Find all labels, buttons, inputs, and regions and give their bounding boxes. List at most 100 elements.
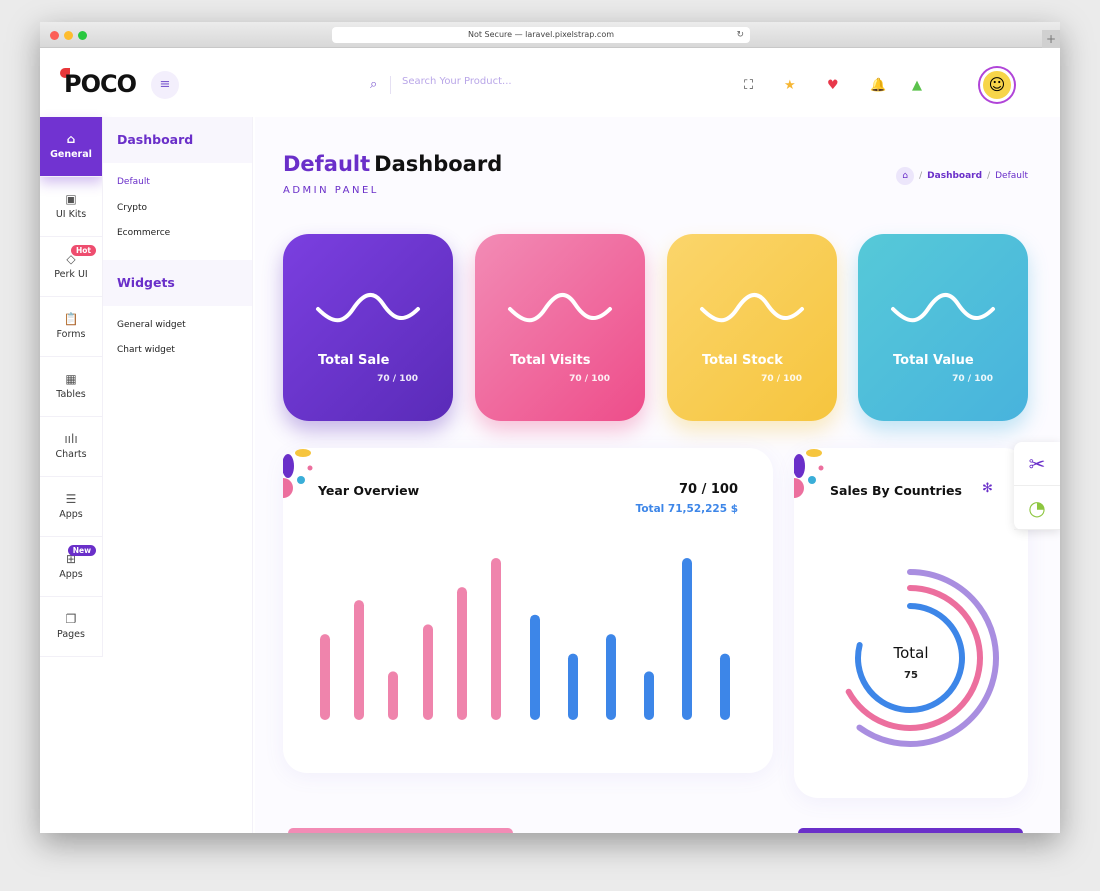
- sidebar-item-label: General: [50, 149, 92, 160]
- submenu-item-general-widget[interactable]: General widget: [117, 316, 238, 342]
- sidebar-item-pages[interactable]: ❐ Pages: [40, 597, 103, 657]
- sidebar-item-charts[interactable]: ıılı Charts: [40, 417, 103, 477]
- main-content: Default Dashboard ADMIN PANEL ⌂ / Dashboar…: [255, 117, 1060, 833]
- stat-title: Total Visits: [510, 353, 591, 368]
- maximize-window-button[interactable]: [78, 31, 87, 40]
- database-icon: ☰: [65, 492, 77, 506]
- address-bar[interactable]: Not Secure — laravel.pixelstrap.com ↻: [332, 27, 750, 43]
- sidebar-item-forms[interactable]: 📋 Forms: [40, 297, 103, 357]
- sidebar-item-label: Apps: [59, 509, 83, 520]
- pages-icon: ❐: [65, 612, 77, 626]
- new-tab-button[interactable]: +: [1042, 30, 1060, 48]
- submenu-item-ecommerce[interactable]: Ecommerce: [117, 224, 238, 250]
- sidebar-item-label: Pages: [57, 629, 85, 640]
- divider: [390, 76, 391, 94]
- stat-title: Total Sale: [318, 353, 390, 368]
- bell-icon[interactable]: 🔔: [870, 78, 886, 93]
- bar[interactable]: [530, 614, 540, 720]
- bar[interactable]: [423, 624, 433, 720]
- stat-title: Total Value: [893, 353, 974, 368]
- submenu-section-widgets[interactable]: Widgets: [103, 259, 252, 306]
- sidebar-item-apps[interactable]: ☰ Apps: [40, 477, 103, 537]
- browser-window: Not Secure — laravel.pixelstrap.com ↻ + P…: [40, 22, 1060, 833]
- avatar[interactable]: ☺: [980, 68, 1014, 102]
- briefcase-icon: ▣: [65, 192, 77, 206]
- wave-icon: [508, 293, 612, 323]
- bar[interactable]: [457, 587, 467, 720]
- bar[interactable]: [606, 634, 616, 720]
- page-title-accent: Default: [283, 152, 371, 176]
- partial-card: [798, 828, 1023, 833]
- reload-icon[interactable]: ↻: [736, 27, 744, 43]
- image-icon[interactable]: ▲: [912, 78, 922, 93]
- radial-center-value: 75: [904, 670, 918, 681]
- page-subtitle: ADMIN PANEL: [283, 185, 379, 196]
- search-icon[interactable]: ⌕: [370, 77, 377, 92]
- bar[interactable]: [320, 634, 330, 720]
- browser-titlebar: Not Secure — laravel.pixelstrap.com ↻ +: [40, 22, 1060, 48]
- color-palette-icon[interactable]: ◔: [1014, 486, 1060, 530]
- url-text: Not Secure — laravel.pixelstrap.com: [467, 30, 615, 39]
- sidebar-item-label: Charts: [55, 449, 87, 460]
- bar[interactable]: [354, 600, 364, 720]
- sidebar-item-label: Perk UI: [54, 269, 88, 280]
- sidebar-item-label: Forms: [56, 329, 86, 340]
- bar[interactable]: [491, 558, 501, 720]
- submenu-item-chart-widget[interactable]: Chart widget: [117, 341, 238, 367]
- stat-value: 70 / 100: [377, 374, 418, 384]
- stat-card[interactable]: Total Value 70 / 100: [858, 234, 1028, 421]
- stat-value: 70 / 100: [569, 374, 610, 384]
- star-icon[interactable]: ★: [784, 78, 796, 93]
- heart-icon[interactable]: ♥: [827, 78, 839, 93]
- stat-card[interactable]: Total Visits 70 / 100: [475, 234, 645, 421]
- logo[interactable]: POCO: [64, 70, 137, 98]
- breadcrumb-dashboard[interactable]: Dashboard: [927, 171, 982, 181]
- sidebar-item-perk-ui[interactable]: Hot ◇ Perk UI: [40, 237, 103, 297]
- sidebar-item-apps-new[interactable]: New ⊞ Apps: [40, 537, 103, 597]
- wave-icon: [891, 293, 995, 323]
- submenu: Dashboard Default Crypto Ecommerce Widge…: [103, 117, 253, 833]
- submenu-item-crypto[interactable]: Crypto: [117, 199, 238, 225]
- minimize-window-button[interactable]: [64, 31, 73, 40]
- home-icon: ⌂: [66, 132, 76, 146]
- close-window-button[interactable]: [50, 31, 59, 40]
- top-header: POCO ≡ ⌕ ⛶ ★ ♥ 🔔 ▲ ☺: [40, 48, 1060, 116]
- breadcrumb: ⌂ / Dashboard / Default: [896, 167, 1028, 185]
- bar[interactable]: [388, 671, 398, 720]
- sidebar-item-general[interactable]: ⌂ General: [40, 117, 103, 177]
- clipboard-icon: 📋: [63, 312, 79, 326]
- stat-card[interactable]: Total Sale 70 / 100: [283, 234, 453, 421]
- year-overview-card: Year Overview 70 / 100 Total 71,52,225 $: [283, 448, 773, 773]
- bar[interactable]: [644, 671, 654, 720]
- sales-radial-chart: [845, 569, 999, 747]
- page-title: Default Dashboard: [283, 152, 502, 176]
- bar[interactable]: [720, 653, 730, 720]
- sidebar-item-label: Tables: [56, 389, 86, 400]
- breadcrumb-separator: /: [919, 171, 923, 181]
- sidebar-item-label: Apps: [59, 569, 83, 580]
- tools-icon[interactable]: ✂: [1014, 442, 1060, 486]
- stat-value: 70 / 100: [952, 374, 993, 384]
- fullscreen-icon[interactable]: ⛶: [744, 78, 753, 93]
- sidebar: ⌂ General ▣ UI Kits Hot ◇ Perk UI 📋 Forms ▦ Ta…: [40, 117, 103, 833]
- stat-title: Total Stock: [702, 353, 783, 368]
- submenu-item-default[interactable]: Default: [117, 173, 238, 199]
- sales-by-countries-card: Sales By Countries ✻ Total 75: [794, 448, 1028, 798]
- sidebar-item-tables[interactable]: ▦ Tables: [40, 357, 103, 417]
- home-icon[interactable]: ⌂: [896, 167, 915, 185]
- submenu-section-dashboard[interactable]: Dashboard: [103, 117, 252, 163]
- hot-badge: Hot: [70, 245, 96, 256]
- bar[interactable]: [682, 558, 692, 720]
- breadcrumb-default: Default: [995, 171, 1028, 181]
- new-badge: New: [67, 545, 96, 556]
- search-input[interactable]: [402, 76, 602, 87]
- sidebar-item-ui-kits[interactable]: ▣ UI Kits: [40, 177, 103, 237]
- menu-toggle-button[interactable]: ≡: [151, 71, 179, 99]
- wave-icon: [700, 293, 804, 323]
- radial-center-label: Total: [893, 644, 929, 662]
- bar[interactable]: [568, 653, 578, 720]
- stat-card[interactable]: Total Stock 70 / 100: [667, 234, 837, 421]
- customizer-panel: ✂ ◔: [1014, 442, 1060, 530]
- partial-card: [288, 828, 513, 833]
- bar-chart-icon: ıılı: [64, 432, 78, 446]
